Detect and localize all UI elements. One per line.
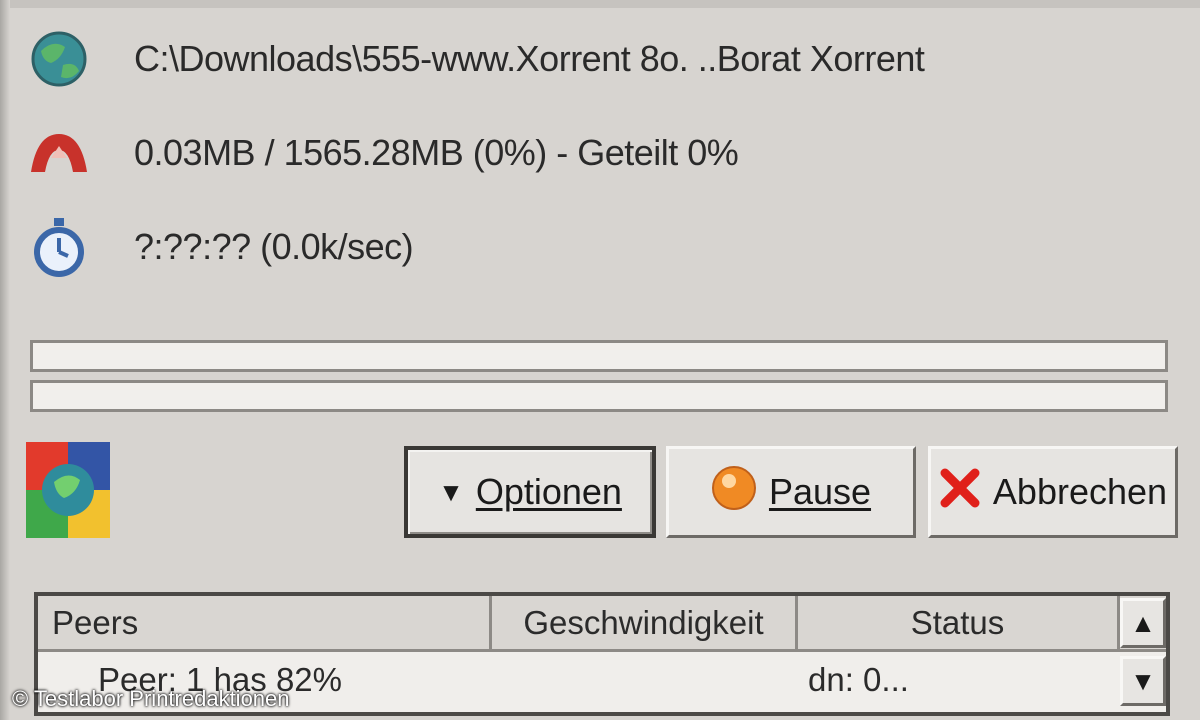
peers-list-header: Peers Geschwindigkeit Status bbox=[38, 596, 1166, 652]
pause-button-label: Pause bbox=[768, 471, 872, 512]
info-row-path: C:\Downloads\555-www.Xorrent 8o. ..Borat… bbox=[24, 24, 925, 94]
pause-icon bbox=[711, 465, 757, 520]
eta-speed-text: ?:??:?? (0.0k/sec) bbox=[134, 226, 414, 267]
pause-button[interactable]: Pause bbox=[666, 446, 916, 538]
file-path-text: C:\Downloads\555-www.Xorrent 8o. ..Borat… bbox=[134, 38, 925, 79]
download-progress-bar bbox=[30, 340, 1168, 372]
column-header-speed[interactable]: Geschwindigkeit bbox=[492, 596, 798, 649]
globe-icon bbox=[24, 24, 94, 94]
cancel-button[interactable]: Abbrechen bbox=[928, 446, 1178, 538]
size-progress-text: 0.03MB / 1565.28MB (0%) - Geteilt 0% bbox=[134, 132, 739, 173]
dropdown-arrow-icon: ▼ bbox=[438, 476, 464, 507]
options-button[interactable]: ▼ Optionen bbox=[404, 446, 656, 538]
info-row-time: ?:??:?? (0.0k/sec) bbox=[24, 212, 414, 282]
scroll-down-icon[interactable]: ▼ bbox=[1120, 656, 1166, 706]
cancel-button-label: Abbrechen bbox=[992, 471, 1168, 512]
window-left-edge bbox=[0, 0, 10, 720]
app-logo-icon bbox=[24, 440, 112, 540]
column-header-peers[interactable]: Peers bbox=[38, 596, 492, 649]
info-row-size: 0.03MB / 1565.28MB (0%) - Geteilt 0% bbox=[24, 118, 739, 188]
window-top-strip bbox=[0, 0, 1200, 8]
options-button-label: Optionen bbox=[475, 471, 622, 512]
transfer-icon bbox=[24, 118, 94, 188]
peer-status-cell: dn: 0... bbox=[808, 661, 909, 698]
upload-progress-bar bbox=[30, 380, 1168, 412]
torrent-progress-window: C:\Downloads\555-www.Xorrent 8o. ..Borat… bbox=[0, 0, 1200, 720]
column-header-status[interactable]: Status bbox=[798, 596, 1120, 649]
cancel-icon bbox=[939, 467, 981, 518]
stopwatch-icon bbox=[24, 212, 94, 282]
copyright-watermark: © Testlabor Printredaktionen bbox=[12, 686, 290, 711]
scroll-up-icon[interactable]: ▲ bbox=[1120, 598, 1166, 648]
